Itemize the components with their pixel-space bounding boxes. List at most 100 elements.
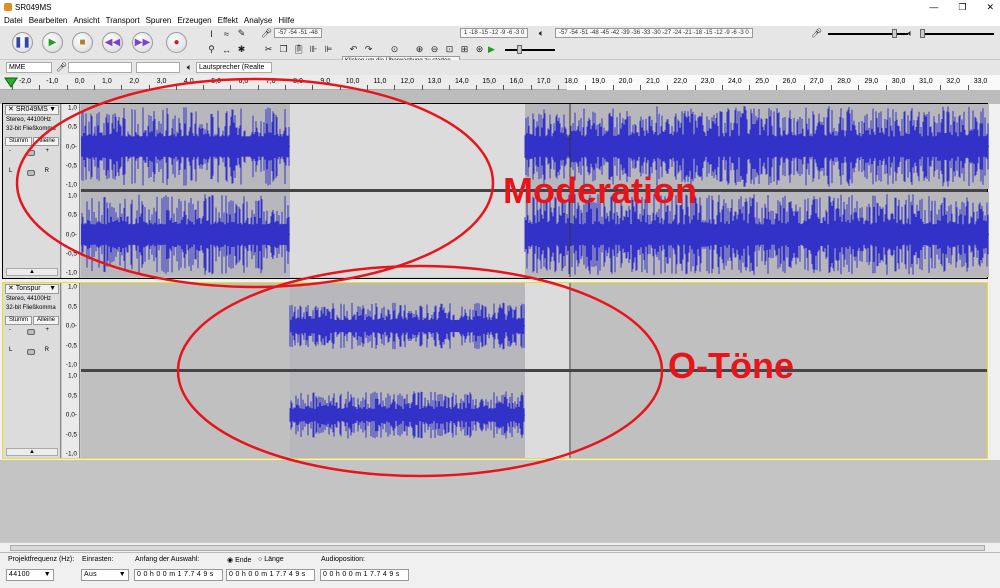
- close-track-icon[interactable]: ✕: [8, 285, 14, 292]
- record-meter-mic[interactable]: 🎤︎: [260, 27, 273, 40]
- play-at-speed-button[interactable]: ▶: [485, 43, 498, 56]
- play-speed-slider[interactable]: [503, 45, 555, 55]
- envelope-icon: ≈: [224, 28, 229, 39]
- gain-slider[interactable]: - +: [9, 327, 49, 335]
- gain-slider[interactable]: - +: [9, 148, 49, 156]
- skip-end-button[interactable]: ▶▶: [132, 32, 153, 53]
- horizontal-scrollbar[interactable]: [0, 542, 1000, 552]
- selection-region: [290, 192, 525, 277]
- menu-datei[interactable]: Datei: [4, 16, 23, 25]
- close-track-icon[interactable]: ✕: [8, 106, 14, 113]
- snap-select[interactable]: Aus ▼: [81, 569, 129, 581]
- menu-erzeugen[interactable]: Erzeugen: [177, 16, 211, 25]
- recording-channels-select[interactable]: [136, 62, 180, 73]
- selection-tool[interactable]: I: [205, 27, 218, 40]
- multi-tool[interactable]: ✱: [235, 43, 248, 56]
- zoom-in-button[interactable]: ⊕: [413, 43, 426, 56]
- pause-button[interactable]: ❚❚: [12, 32, 33, 53]
- envelope-tool[interactable]: ≈: [220, 27, 233, 40]
- cut-button[interactable]: ✂: [262, 43, 275, 56]
- menu-transport[interactable]: Transport: [106, 16, 140, 25]
- track-name-menu[interactable]: ✕ SR049MS ▼: [5, 105, 59, 115]
- ruler-tick-label: 18,0: [564, 78, 578, 85]
- project-rate-select[interactable]: 44100 ▼: [6, 569, 54, 581]
- multi-tool-icon: ✱: [237, 44, 246, 54]
- timeshift-tool[interactable]: ↔: [220, 43, 233, 56]
- menu-bar: Datei Bearbeiten Ansicht Transport Spure…: [0, 14, 1000, 26]
- end-radio[interactable]: ◉ Ende: [227, 556, 251, 564]
- channel-right[interactable]: [81, 372, 987, 458]
- empty-track-area[interactable]: [0, 460, 1000, 542]
- fit-selection-button[interactable]: ⊡: [443, 43, 456, 56]
- play-button[interactable]: ▶: [42, 32, 63, 53]
- record-volume-mic: 🎤︎: [810, 27, 823, 40]
- copy-button[interactable]: ❐: [277, 43, 290, 56]
- stop-button[interactable]: ■: [72, 32, 93, 53]
- waveform-area[interactable]: [81, 283, 987, 458]
- close-button[interactable]: ✕: [986, 0, 994, 14]
- ruler-tick-label: -1,0: [46, 78, 59, 85]
- draw-tool[interactable]: ✎: [235, 27, 248, 40]
- menu-effekt[interactable]: Effekt: [218, 16, 238, 25]
- playback-volume-slider[interactable]: [920, 29, 994, 39]
- playback-device-select[interactable]: Lautsprecher (Realte: [196, 62, 272, 73]
- selection-start-field[interactable]: 0 0 h 0 0 m 1 7.7 4 9 s: [134, 569, 223, 581]
- solo-button[interactable]: Alleine: [33, 316, 59, 325]
- skip-start-button[interactable]: ◀◀: [102, 32, 123, 53]
- fit-project-button[interactable]: ⊞: [458, 43, 471, 56]
- length-radio[interactable]: ○ Länge: [258, 556, 284, 563]
- pan-right-label: R: [44, 168, 49, 174]
- menu-analyse[interactable]: Analyse: [244, 16, 272, 25]
- pan-left-label: L: [9, 168, 13, 174]
- record-meter[interactable]: -57 -54 -51 -48: [274, 27, 322, 39]
- sync-lock-button[interactable]: ⊙: [388, 43, 401, 56]
- recording-device-select[interactable]: [68, 62, 132, 73]
- speaker-icon: 🔈︎: [538, 28, 545, 38]
- record-button[interactable]: ●: [166, 32, 187, 53]
- menu-ansicht[interactable]: Ansicht: [73, 16, 99, 25]
- ruler-tick-label: 20,0: [618, 78, 633, 85]
- chevron-up-icon: ▲: [29, 449, 35, 455]
- selection-end-field[interactable]: 0 0 h 0 0 m 1 7.7 4 9 s: [226, 569, 315, 581]
- selection-region: [290, 104, 525, 189]
- maximize-button[interactable]: ❐: [958, 0, 966, 14]
- radio-selected-icon: ◉: [227, 557, 234, 564]
- minimize-button[interactable]: —: [929, 0, 938, 14]
- pan-slider[interactable]: L R: [9, 347, 49, 355]
- speaker-icon: 🔈︎: [186, 62, 193, 72]
- ruler-tick-label: 10,0: [345, 78, 360, 85]
- play-meter[interactable]: -57 -54 -51 -48 -45 -42 -39 -36 -33 -30 …: [555, 27, 753, 39]
- collapse-track-button[interactable]: ▲: [6, 268, 58, 276]
- redo-button[interactable]: ↷: [362, 43, 375, 56]
- undo-button[interactable]: ↶: [347, 43, 360, 56]
- audio-position-field[interactable]: 0 0 h 0 0 m 1 7.7 4 9 s: [320, 569, 409, 581]
- track-control-panel: ✕ SR049MS ▼ Stereo, 44100Hz 32-bit Fließ…: [3, 104, 61, 278]
- silence-button[interactable]: ⊫: [322, 43, 335, 56]
- mute-button[interactable]: Stumm: [5, 316, 32, 325]
- audio-host-select[interactable]: MME: [6, 62, 52, 73]
- speaker-icon: 🔈︎: [907, 28, 914, 38]
- scrollbar-thumb[interactable]: [10, 545, 985, 551]
- collapse-track-button[interactable]: ▲: [6, 448, 58, 456]
- menu-hilfe[interactable]: Hilfe: [278, 16, 294, 25]
- track-sr049ms[interactable]: ✕ SR049MS ▼ Stereo, 44100Hz 32-bit Fließ…: [2, 103, 989, 279]
- menu-bearbeiten[interactable]: Bearbeiten: [29, 16, 68, 25]
- chevron-up-icon: ▲: [29, 269, 35, 275]
- track-control-panel: ✕ Tonspur ▼ Stereo, 44100Hz 32-bit Fließ…: [3, 283, 61, 458]
- zoom-out-button[interactable]: ⊖: [428, 43, 441, 56]
- fit-project-icon: ⊞: [460, 44, 469, 54]
- timeline-ruler[interactable]: -2,0 -1,0 0,0 1,0 2,0 3,0 4,0 5,0 6,0 7,0 8,0 9,0 10…: [0, 75, 1000, 90]
- menu-spuren[interactable]: Spuren: [146, 16, 172, 25]
- record-volume-slider[interactable]: [826, 29, 908, 39]
- ruler-tick-label: 13,0: [427, 78, 442, 85]
- zoom-tool[interactable]: ⚲: [205, 43, 218, 56]
- channel-left[interactable]: [81, 283, 987, 369]
- mute-button[interactable]: Stumm: [5, 137, 32, 146]
- trim-button[interactable]: ⊪: [307, 43, 320, 56]
- pan-slider[interactable]: L R: [9, 168, 49, 176]
- paste-button[interactable]: 📋︎: [292, 43, 305, 56]
- solo-button[interactable]: Alleine: [33, 137, 59, 146]
- track-name-menu[interactable]: ✕ Tonspur ▼: [5, 284, 59, 294]
- play-meter-speaker[interactable]: 🔈︎: [535, 27, 548, 40]
- track-tonspur[interactable]: ✕ Tonspur ▼ Stereo, 44100Hz 32-bit Fließ…: [2, 282, 988, 459]
